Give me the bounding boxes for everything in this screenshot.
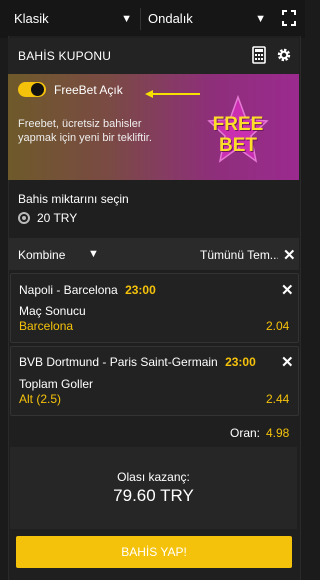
match-time: 23:00 [125, 283, 156, 297]
winnings-label: Olası kazanç: [117, 470, 190, 484]
chevron-down-icon: ▼ [121, 13, 132, 25]
freebet-description: Freebet, ücretsiz bahisler yapmak için y… [18, 117, 152, 145]
selection-match: Napoli - Barcelona 23:00 [19, 283, 156, 297]
close-icon[interactable]: ✕ [283, 246, 296, 264]
odds-format-select[interactable]: Ondalık ▼ [148, 9, 266, 29]
chevron-down-icon[interactable]: ▼ [88, 248, 99, 260]
selection-market: Maç Sonucu [19, 304, 86, 318]
selection-odds: 2.04 [266, 319, 290, 333]
selection-pick: Barcelona [19, 319, 74, 333]
divider [140, 8, 141, 30]
odds-type-select[interactable]: Klasik ▼ [14, 9, 132, 29]
match-name: Napoli - Barcelona [19, 283, 118, 297]
stake-radio[interactable] [18, 212, 30, 224]
expand-icon[interactable] [282, 10, 296, 26]
selection-market: Toplam Goller [19, 377, 94, 391]
place-bet-button[interactable]: BAHİS YAP! [16, 536, 292, 568]
freebet-badge-line1: FREE [212, 114, 264, 135]
freebet-description-line2: yapmak için yeni bir tekliftir. [18, 132, 152, 144]
gear-icon[interactable] [276, 47, 292, 63]
freebet-toggle-label: FreeBet Açık [54, 83, 123, 97]
calculator-icon[interactable] [252, 46, 266, 64]
match-name: BVB Dortmund - Paris Saint-Germain [19, 355, 218, 369]
freebet-description-line1: Freebet, ücretsiz bahisler [18, 118, 142, 130]
selection-match: BVB Dortmund - Paris Saint-Germain 23:00 [19, 355, 256, 369]
stake-label: Bahis miktarını seçin [18, 192, 129, 206]
odds-type-value: Klasik [14, 11, 49, 26]
coupon-title: BAHİS KUPONU [18, 49, 112, 63]
total-odds-label: Oran: [230, 426, 261, 440]
winnings-amount: 79.60 TRY [113, 486, 194, 505]
clear-all-link[interactable]: Tümünü Tem... [200, 248, 278, 262]
odds-format-value: Ondalık [148, 11, 193, 26]
selection-pick: Alt (2.5) [19, 392, 62, 406]
bet-type-label[interactable]: Kombine [18, 248, 65, 262]
selection-odds: 2.44 [266, 392, 290, 406]
arrow-left-icon [145, 86, 200, 98]
stake-option-label: 20 TRY [37, 211, 78, 225]
freebet-toggle[interactable] [18, 82, 46, 97]
freebet-star-logo: FREE BET [207, 95, 269, 171]
match-time: 23:00 [225, 355, 256, 369]
total-odds-value: 4.98 [266, 426, 290, 440]
freebet-badge-line2: BET [219, 135, 257, 156]
chevron-down-icon: ▼ [255, 13, 266, 25]
remove-selection-icon[interactable]: ✕ [281, 281, 294, 299]
remove-selection-icon[interactable]: ✕ [281, 353, 294, 371]
